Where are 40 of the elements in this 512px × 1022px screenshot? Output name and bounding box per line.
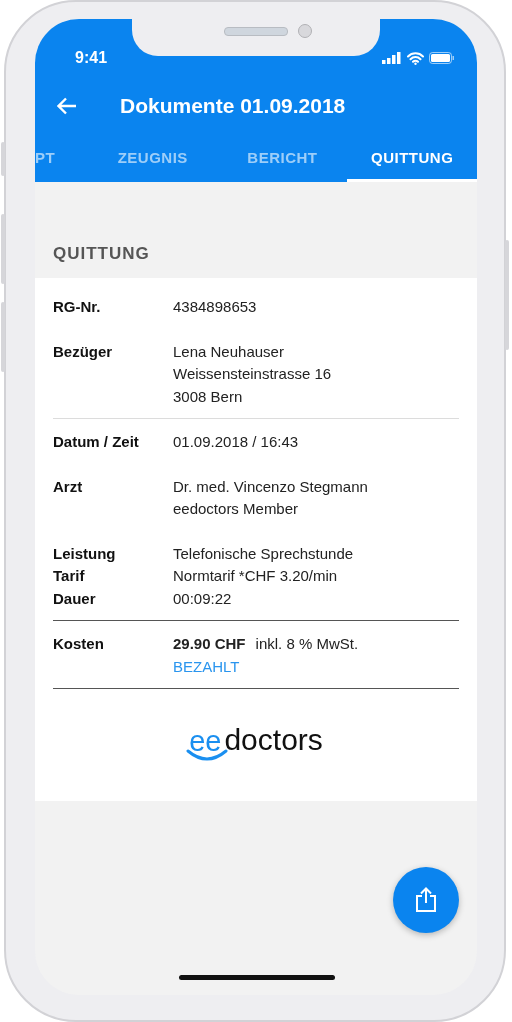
field-value: 00:09:22 — [173, 588, 232, 609]
field-value: 3008 Bern — [173, 386, 243, 407]
camera-icon — [298, 24, 312, 38]
cost-amount: 29.90 CHF — [173, 634, 246, 654]
tab[interactable]: BERICHT — [217, 135, 348, 182]
share-button[interactable] — [393, 867, 459, 933]
field-value: 4384898653 — [173, 297, 257, 317]
signal-icon — [382, 52, 402, 64]
status-time: 9:41 — [75, 49, 108, 67]
smile-icon — [186, 749, 229, 761]
field-label: Arzt — [53, 476, 84, 497]
tab[interactable]: ZEUGNIS — [87, 135, 218, 182]
share-icon — [414, 887, 438, 913]
payment-status: BEZAHLT — [173, 656, 241, 677]
section-title: QUITTUNG — [53, 244, 150, 263]
field-value: eedoctors Member — [173, 499, 299, 519]
field-value: Dr. med. Vincenzo Stegmann — [173, 476, 368, 497]
battery-icon — [429, 52, 455, 64]
field-value: Telefonische Sprechstunde — [173, 543, 354, 564]
logo-text: ee — [189, 729, 222, 753]
back-arrow-icon — [57, 97, 77, 115]
field-value: 01.09.2018 / 16:43 — [173, 432, 299, 452]
speaker-icon — [224, 27, 288, 36]
field-label: RG-Nr. — [53, 297, 102, 317]
tab[interactable]: QUITTUNG — [347, 135, 477, 182]
field-label: Kosten — [53, 634, 105, 654]
screen-title: Dokumente 01.09.2018 — [120, 94, 346, 118]
field-label: Bezüger — [53, 341, 114, 362]
wifi-icon — [407, 51, 424, 65]
field-value: Lena Neuhauser — [173, 341, 284, 362]
logo-text: doctors — [224, 725, 323, 755]
back-button[interactable] — [57, 97, 77, 115]
field-label: Leistung — [53, 543, 117, 564]
tab[interactable]: PT — [35, 135, 88, 182]
field-label: Datum / Zeit — [53, 432, 140, 452]
field-label: Tarif — [53, 566, 86, 586]
tax-note: inkl. 8 % MwSt. — [255, 634, 359, 654]
field-value: Normtarif *CHF 3.20/min — [173, 566, 338, 586]
field-label: Dauer — [53, 588, 97, 609]
field-value: Weissensteinstrasse 16 — [173, 364, 332, 384]
